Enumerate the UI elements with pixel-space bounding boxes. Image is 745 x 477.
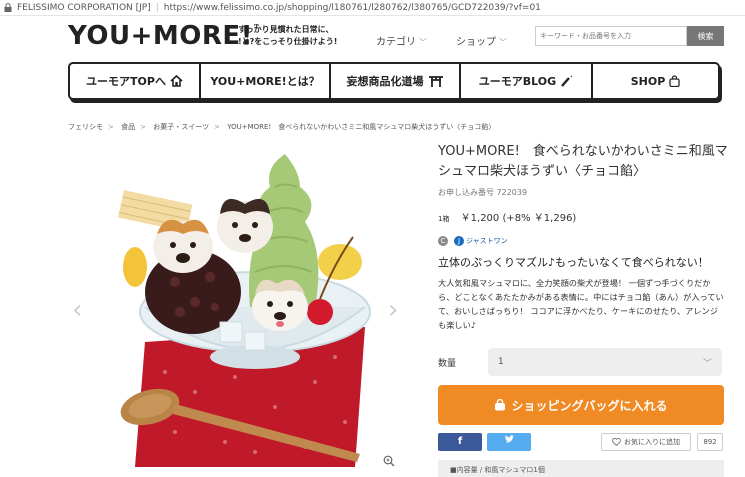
shiba-marshmallow <box>153 219 213 273</box>
pencil-icon <box>561 75 573 87</box>
chevron-down-icon: ﹀ <box>702 359 712 369</box>
nav-category[interactable]: カテゴリ ﹀ <box>376 33 427 48</box>
catalog-badge-icon: C <box>438 236 448 246</box>
justone-label[interactable]: ジャストワン <box>466 236 508 246</box>
price-value: ￥1,200 <box>460 213 500 224</box>
justone-badge-icon: J <box>454 236 464 246</box>
order-number: お申し込み番号 722039 <box>438 188 528 197</box>
nav-shop[interactable]: ショップ ﹀ <box>456 33 507 48</box>
badges: C J ジャストワン <box>438 236 508 246</box>
lock-icon <box>4 3 12 12</box>
search-button[interactable]: 検索 <box>687 26 724 46</box>
zoom-icon[interactable] <box>383 455 395 467</box>
tagline: すっかり見慣れた日常に、 !と?をこっそり仕掛けよう! <box>238 25 338 46</box>
shopping-bag-icon <box>669 75 680 87</box>
menu-item-blog[interactable]: ユーモアBLOG <box>461 64 593 98</box>
chevron-down-icon: ﹀ <box>419 38 427 47</box>
breadcrumb-current: YOU+MORE! 食べられないかわいさミニ和風マシュマロ柴犬ほうずい〈チョコ餡… <box>227 123 496 131</box>
menu-item-top[interactable]: ユーモアTOPへ <box>70 64 201 98</box>
product-description: 大人気和風マシュマロに、全力笑顔の柴犬が登場！ 一個ずつ手づくりだから、どことな… <box>438 278 724 330</box>
quantity-label: 数量 <box>438 359 457 369</box>
address-bar[interactable]: FELISSIMO CORPORATION [JP] | https://www… <box>0 0 745 16</box>
search-input[interactable] <box>535 26 687 46</box>
site-logo[interactable]: YOU+MORE!™ <box>68 21 261 51</box>
url-separator: | <box>155 2 159 13</box>
site-name: FELISSIMO CORPORATION [JP] <box>17 2 151 13</box>
unit-label: 1箱 <box>438 215 450 223</box>
breadcrumb-item[interactable]: フェリシモ <box>68 123 103 131</box>
product-image <box>118 154 371 467</box>
add-to-favorites-button[interactable]: お気に入りに追加 <box>601 433 691 451</box>
breadcrumb: フェリシモ > 食品 > お菓子・スイーツ > YOU+MORE! 食べられないかわい… <box>68 123 496 131</box>
home-icon <box>170 75 183 87</box>
shopping-bag-icon <box>495 399 506 411</box>
catchphrase: 立体のぷっくりマズル♪もったいなくて食べられない！ <box>438 256 709 269</box>
url-text[interactable]: https://www.felissimo.co.jp/shopping/l18… <box>164 3 541 13</box>
favorite-count: 892 <box>697 433 723 451</box>
tax-price: (+8% ￥1,296) <box>502 213 577 224</box>
price-row: 1箱 ￥1,200 (+8% ￥1,296) <box>438 209 576 224</box>
menu-item-about[interactable]: YOU+MORE!とは？ <box>201 64 331 98</box>
main-menu: ユーモアTOPへ YOU+MORE!とは？ 妄想商品化道場 ユーモアBLOG S… <box>68 62 720 100</box>
quantity-select[interactable]: 1 ﹀ <box>488 348 722 376</box>
menu-item-shop[interactable]: SHOP <box>593 64 718 98</box>
product-title: YOU+MORE! 食べられないかわいさミニ和風マシュマロ柴犬ほうずい〈チョコ餡… <box>438 144 728 179</box>
breadcrumb-item[interactable]: お菓子・スイーツ <box>153 123 209 131</box>
add-to-bag-button[interactable]: ショッピングバッグに入れる <box>438 385 724 425</box>
breadcrumb-item[interactable]: 食品 <box>121 123 135 131</box>
twitter-bird-icon <box>505 435 514 443</box>
site-header: YOU+MORE!™ すっかり見慣れた日常に、 !と?をこっそり仕掛けよう! カ… <box>0 16 745 60</box>
details-box: ■内容量 / 和風マシュマロ1個 <box>438 460 724 477</box>
chevron-down-icon: ﹀ <box>499 38 507 47</box>
prev-image-arrow[interactable]: ‹ <box>72 295 82 325</box>
facebook-share-button[interactable]: f <box>438 433 482 451</box>
torii-icon <box>428 76 443 87</box>
twitter-share-button[interactable] <box>487 433 531 451</box>
menu-item-dojo[interactable]: 妄想商品化道場 <box>331 64 461 98</box>
heart-icon <box>612 438 621 446</box>
